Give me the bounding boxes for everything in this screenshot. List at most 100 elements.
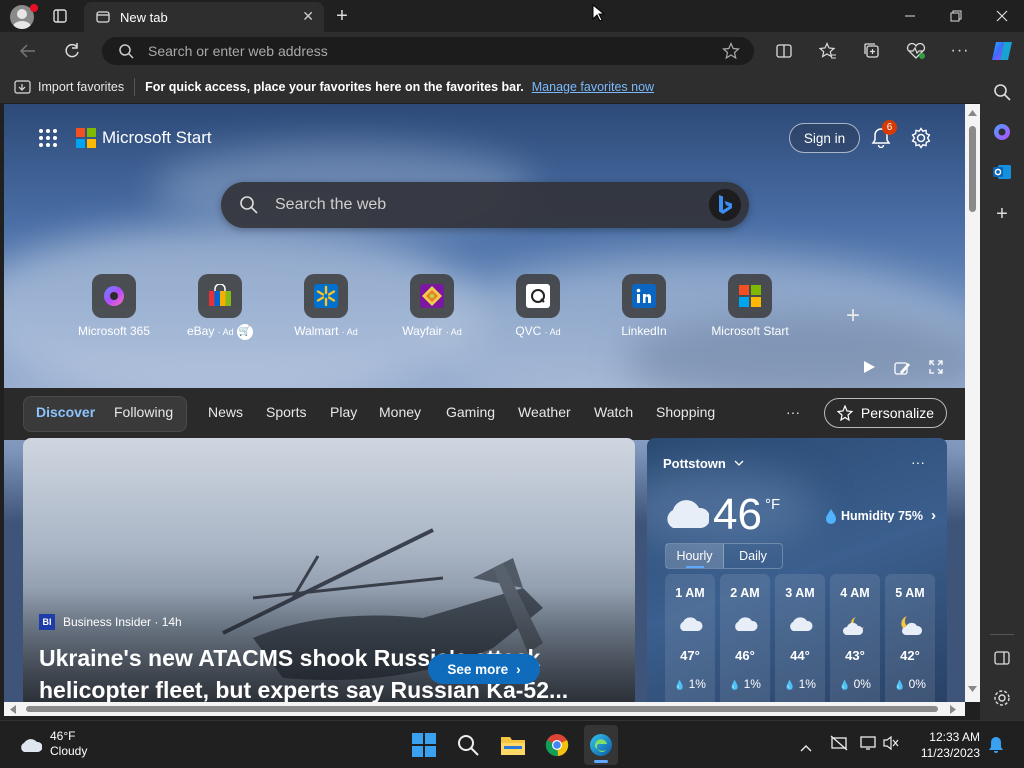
clock-time: 12:33 AM [929,730,980,744]
expand-background-button[interactable] [929,360,943,379]
favorites-button[interactable] [817,40,839,62]
sidebar-add-button[interactable]: + [992,203,1012,225]
cloud-icon [680,617,703,631]
taskbar-search-button[interactable] [456,733,480,762]
scroll-right-icon[interactable] [950,705,956,714]
location-selector[interactable]: Pottstown [663,456,744,471]
clock[interactable]: 12:33 AM 11/23/2023 [912,729,980,761]
humidity-link[interactable]: Humidity 75% › [825,507,936,524]
image-edit-icon [894,362,910,375]
hourly-forecast-item[interactable]: 4 AM 43° 💧 0% [830,574,880,702]
search-icon [458,735,479,756]
scroll-left-icon[interactable] [10,705,16,714]
microsoft-logo-icon [76,128,96,148]
hourly-forecast-item[interactable]: 5 AM 42° 💧 0% [885,574,935,702]
refresh-button[interactable] [60,40,84,62]
sidebar-copilot-button[interactable] [992,122,1012,142]
scroll-up-icon[interactable] [968,110,977,116]
show-hidden-icons-button[interactable] [800,739,812,757]
vertical-scrollbar[interactable] [965,104,980,702]
tab-daily[interactable]: Daily [724,544,782,568]
nav-watch[interactable]: Watch [594,404,633,420]
horizontal-scroll-thumb[interactable] [26,706,938,712]
manage-favorites-link[interactable]: Manage favorites now [532,80,654,94]
web-search-box[interactable]: Search the web [221,182,749,228]
nav-shopping[interactable]: Shopping [656,404,715,420]
horizontal-scrollbar[interactable] [4,702,965,716]
browser-essentials-button[interactable] [905,40,927,62]
hourly-forecast-item[interactable]: 2 AM 46° 💧 1% [720,574,770,702]
import-favorites-button[interactable]: Import favorites [14,79,124,95]
sidebar-settings-button[interactable] [992,688,1012,708]
chevron-down-icon [734,460,744,466]
notifications-button[interactable]: 6 [870,120,897,150]
start-button[interactable] [412,733,436,762]
file-explorer-button[interactable] [500,733,526,762]
network-status-icon[interactable] [830,735,848,756]
hour-precip: 💧 0% [839,677,871,691]
display-audio-tray-icons[interactable] [860,735,900,756]
hide-sidebar-button[interactable] [992,648,1012,668]
nav-more-button[interactable]: ··· [786,404,800,420]
quick-link-ebay[interactable]: eBay · Ad 🛒 [170,274,270,340]
add-quick-link-button[interactable]: + [846,302,860,330]
copilot-button[interactable] [989,38,1015,64]
collections-button[interactable] [861,40,883,62]
weather-more-button[interactable]: ··· [911,454,925,470]
quick-link-microsoft-start[interactable]: Microsoft Start [700,274,800,338]
chrome-button[interactable] [545,733,569,762]
address-bar[interactable]: Search or enter web address [102,37,754,65]
edge-taskbar-button[interactable] [584,725,618,765]
minimize-button[interactable] [898,6,922,26]
microsoft-start-logo[interactable]: Microsoft Start [76,128,212,148]
weather-card[interactable]: Pottstown ··· 46 °F Humidity 75% › Hourl… [647,438,947,702]
quick-link-microsoft365[interactable]: Microsoft 365 [64,274,164,338]
play-background-button[interactable] [862,360,876,379]
close-tab-icon[interactable]: ✕ [302,8,314,25]
tab-hourly[interactable]: Hourly [666,544,724,568]
nav-news[interactable]: News [208,404,243,420]
nav-gaming[interactable]: Gaming [446,404,495,420]
add-favorite-star-icon[interactable] [722,42,740,60]
outlook-icon [993,165,1011,179]
hourly-forecast-item[interactable]: 1 AM 47° 💧 1% [665,574,715,702]
apps-launcher-button[interactable] [38,128,58,148]
tab-following[interactable]: Following [114,404,173,420]
see-more-button[interactable]: See more › [428,654,540,684]
sidebar-search-button[interactable] [992,82,1012,102]
nav-play[interactable]: Play [330,404,357,420]
hourly-forecast-item[interactable]: 3 AM 44° 💧 1% [775,574,825,702]
nav-sports[interactable]: Sports [266,404,306,420]
walmart-spark-icon [314,284,338,308]
quick-link-qvc[interactable]: QVC · Ad [488,274,588,338]
sign-in-button[interactable]: Sign in [789,123,860,153]
page-settings-button[interactable] [910,127,932,149]
restore-button[interactable] [944,6,968,26]
split-screen-button[interactable] [773,40,795,62]
tab-discover[interactable]: Discover [36,404,95,420]
background-info-button[interactable] [894,360,910,381]
quick-link-linkedin[interactable]: LinkedIn [594,274,694,338]
quick-link-walmart[interactable]: Walmart · Ad [276,274,376,338]
bing-chat-button[interactable] [709,189,741,221]
drop-icon: 💧 [784,680,796,690]
personalize-button[interactable]: Personalize [824,398,947,428]
nav-money[interactable]: Money [379,404,421,420]
scroll-down-icon[interactable] [968,686,977,692]
tab-actions-button[interactable] [50,6,70,26]
tab-new-tab[interactable]: New tab ✕ [84,2,324,32]
taskbar-weather-widget[interactable]: 46°F Cloudy [18,729,87,759]
vertical-scroll-thumb[interactable] [969,126,976,212]
hero-news-card[interactable]: BI Business Insider · 14h Ukraine's new … [23,438,635,702]
quick-link-wayfair[interactable]: Wayfair · Ad [382,274,482,338]
address-placeholder: Search or enter web address [148,43,328,59]
close-window-button[interactable] [990,6,1014,26]
heart-pulse-icon [906,43,926,59]
sidebar-outlook-button[interactable] [992,162,1012,182]
notification-center-button[interactable] [988,736,1004,759]
nav-weather[interactable]: Weather [518,404,571,420]
expand-icon [929,360,943,374]
new-tab-button[interactable]: + [330,4,354,28]
settings-more-button[interactable]: ··· [949,40,971,62]
back-button[interactable] [16,40,40,62]
